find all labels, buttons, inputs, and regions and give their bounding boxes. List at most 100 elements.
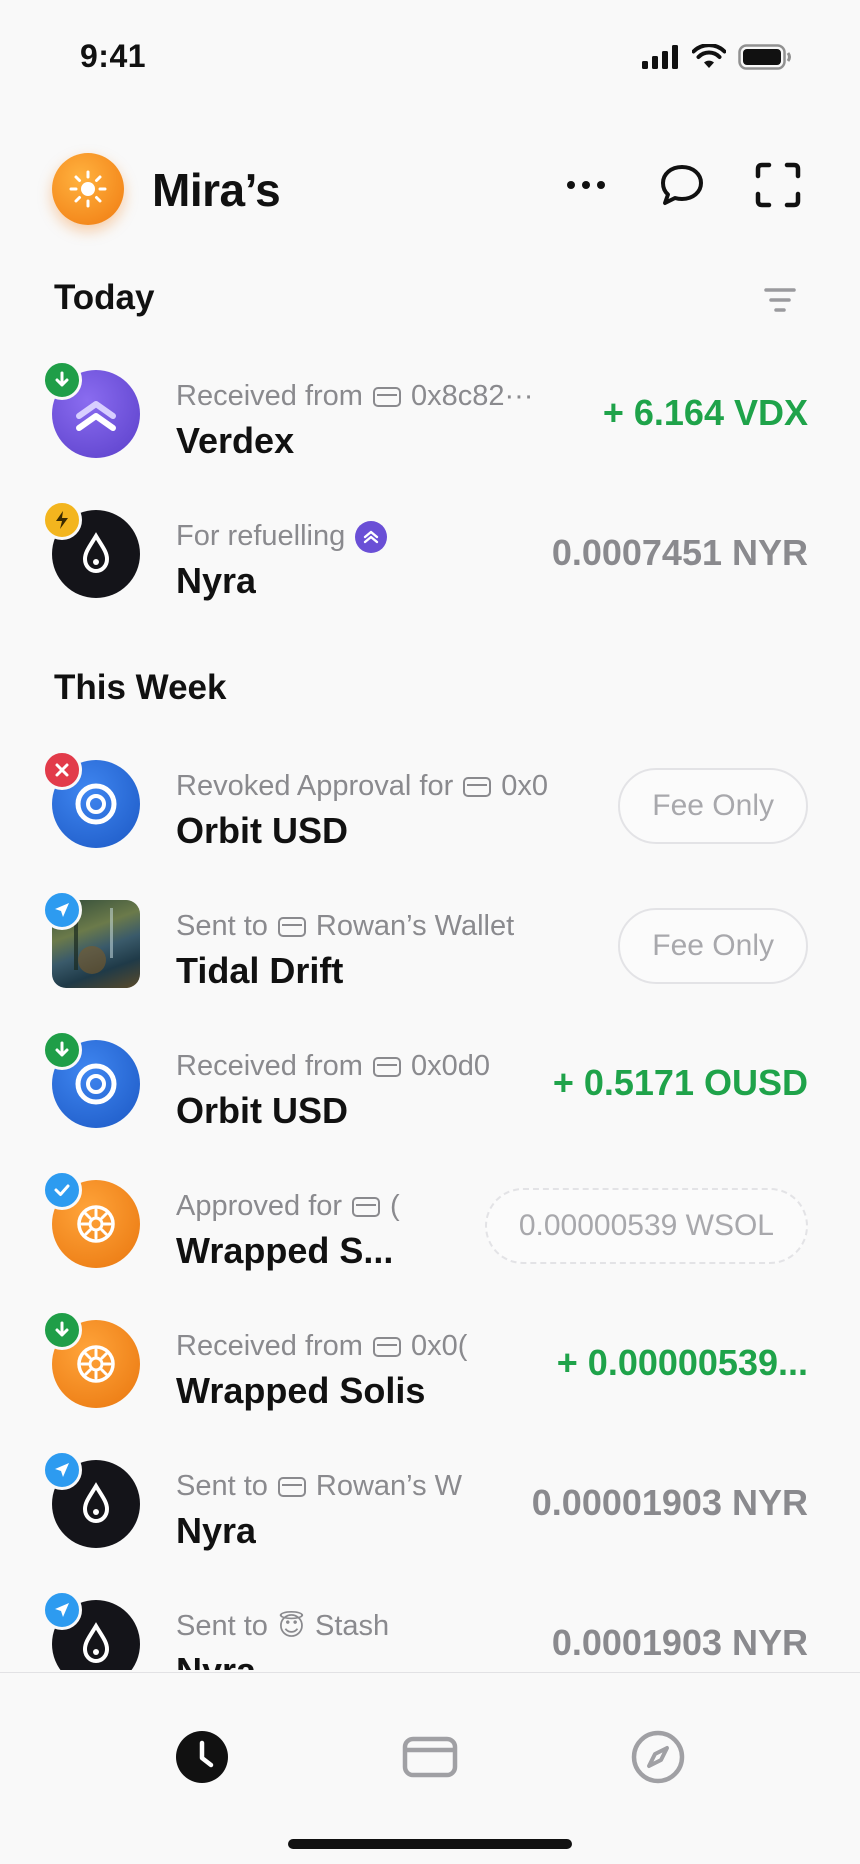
approval-amount-pill: 0.00000539 WSOL xyxy=(484,1188,808,1264)
transaction-amount: 0.00001903 NYR xyxy=(531,1482,808,1523)
scan-button[interactable] xyxy=(752,159,804,211)
transaction-subtitle: Sent to 😇 Stash xyxy=(176,1610,390,1642)
home-indicator xyxy=(288,1839,572,1849)
battery-icon xyxy=(738,44,791,70)
counterparty: Rowan’s Wallet xyxy=(315,910,515,942)
close-icon xyxy=(55,763,69,777)
token-name: Wrapped S... xyxy=(176,1230,394,1271)
counterparty: 0x0( xyxy=(410,1330,468,1362)
transaction-row[interactable]: Received from 0x8c82··· Verdex + 6.164 V… xyxy=(0,340,860,480)
tab-bar xyxy=(0,1672,860,1864)
fee-only-pill: Fee Only xyxy=(618,908,808,984)
arrow-down-icon xyxy=(55,1321,69,1337)
tab-wallet[interactable] xyxy=(402,1729,458,1785)
wallet-icon xyxy=(352,1196,381,1217)
arrow-down-icon xyxy=(55,1041,69,1057)
history-icon xyxy=(176,1731,228,1783)
transaction-subtitle: For refuelling xyxy=(176,520,388,553)
status-bar: 9:41 xyxy=(0,0,860,110)
activity-feed[interactable]: Today Received from 0x8c82··· Verdex + 6… xyxy=(0,260,860,1670)
scan-icon xyxy=(755,162,801,208)
wallet-title[interactable]: Mira’s xyxy=(152,163,281,217)
counterparty: Stash xyxy=(315,1610,390,1642)
paper-plane-icon xyxy=(55,1603,69,1617)
section-header-this-week: This Week xyxy=(0,650,860,730)
explore-icon xyxy=(631,1730,685,1784)
send-badge xyxy=(42,890,82,930)
counterparty: 0x0 xyxy=(501,770,549,802)
transaction-subtitle: Received from 0x8c82··· xyxy=(176,380,534,412)
transaction-row[interactable]: Sent to 😇 Stash Nyra 0.0001903 NYR xyxy=(0,1570,860,1670)
paper-plane-icon xyxy=(55,903,69,917)
counterparty: Rowan’s W xyxy=(315,1470,463,1502)
chat-button[interactable] xyxy=(656,159,708,211)
filter-icon xyxy=(764,288,796,312)
transaction-amount: 0.0001903 NYR xyxy=(551,1622,808,1663)
checkmark-icon xyxy=(54,1184,70,1196)
transaction-subtitle: Sent to Rowan’s W xyxy=(176,1470,463,1502)
lightning-icon xyxy=(56,511,68,529)
token-name: Tidal Drift xyxy=(176,950,344,991)
section-header-today: Today xyxy=(0,260,860,340)
wallet-header: Mira’s xyxy=(0,145,860,235)
tab-explore[interactable] xyxy=(630,1729,686,1785)
wallet-icon xyxy=(402,1736,458,1778)
transaction-row[interactable]: Revoked Approval for 0x0 Orbit USD Fee O… xyxy=(0,730,860,870)
status-icons xyxy=(642,44,792,70)
transaction-row[interactable]: Approved for ( Wrapped S... 0.00000539 W… xyxy=(0,1150,860,1290)
revoke-badge xyxy=(42,750,82,790)
wallet-icon xyxy=(463,776,492,797)
sun-icon xyxy=(69,170,107,208)
token-name: Nyra xyxy=(176,1650,256,1670)
section-title: This Week xyxy=(54,668,227,707)
verdex-mini-icon xyxy=(355,520,388,553)
transaction-amount: 0.0007451 NYR xyxy=(551,532,808,573)
tab-history[interactable] xyxy=(174,1729,230,1785)
token-name: Nyra xyxy=(176,1510,257,1551)
arrow-down-icon xyxy=(55,371,69,387)
transaction-row[interactable]: Sent to Rowan’s Wallet Tidal Drift Fee O… xyxy=(0,870,860,1010)
transaction-amount: + 6.164 VDX xyxy=(602,392,808,433)
token-name: Verdex xyxy=(176,420,295,461)
receive-badge xyxy=(42,1310,82,1350)
send-badge xyxy=(42,1450,82,1490)
refuel-badge xyxy=(42,500,82,540)
fee-only-pill: Fee Only xyxy=(618,768,808,844)
section-title: Today xyxy=(54,278,155,317)
transaction-amount: + 0.5171 OUSD xyxy=(552,1062,808,1103)
transaction-row[interactable]: For refuelling Nyra 0.0007451 NYR xyxy=(0,480,860,620)
signal-icon xyxy=(642,45,678,69)
token-name: Nyra xyxy=(176,560,257,601)
receive-badge xyxy=(42,1030,82,1070)
status-time: 9:41 xyxy=(80,38,147,74)
transaction-subtitle: Received from 0x0d0 xyxy=(176,1050,490,1082)
wifi-icon xyxy=(692,44,726,68)
transaction-subtitle: Sent to Rowan’s Wallet xyxy=(176,910,515,942)
transaction-subtitle: Received from 0x0( xyxy=(176,1330,468,1362)
send-badge xyxy=(42,1590,82,1630)
transaction-amount: + 0.00000539... xyxy=(556,1342,808,1383)
transaction-row[interactable]: Received from 0x0d0 Orbit USD + 0.5171 O… xyxy=(0,1010,860,1150)
wallet-avatar[interactable] xyxy=(52,153,124,225)
wallet-icon xyxy=(372,386,401,407)
token-name: Orbit USD xyxy=(176,810,349,851)
wallet-icon xyxy=(372,1056,401,1077)
more-icon xyxy=(567,181,605,189)
transaction-row[interactable]: Sent to Rowan’s W Nyra 0.00001903 NYR xyxy=(0,1430,860,1570)
transaction-row[interactable]: Received from 0x0( Wrapped Solis + 0.000… xyxy=(0,1290,860,1430)
counterparty: ( xyxy=(390,1190,400,1222)
counterparty: 0x0d0 xyxy=(410,1050,490,1082)
filter-button[interactable] xyxy=(760,280,800,320)
chat-icon xyxy=(661,165,703,205)
counterparty: 0x8c82··· xyxy=(410,380,534,412)
transaction-subtitle: Revoked Approval for 0x0 xyxy=(176,770,549,802)
wallet-emoji: 😇 xyxy=(277,1611,306,1641)
header-actions xyxy=(560,159,804,211)
receive-badge xyxy=(42,360,82,400)
paper-plane-icon xyxy=(55,1463,69,1477)
wallet-icon xyxy=(372,1336,401,1357)
transaction-subtitle: Approved for ( xyxy=(176,1190,400,1222)
wallet-icon xyxy=(277,1476,306,1497)
more-button[interactable] xyxy=(560,159,612,211)
